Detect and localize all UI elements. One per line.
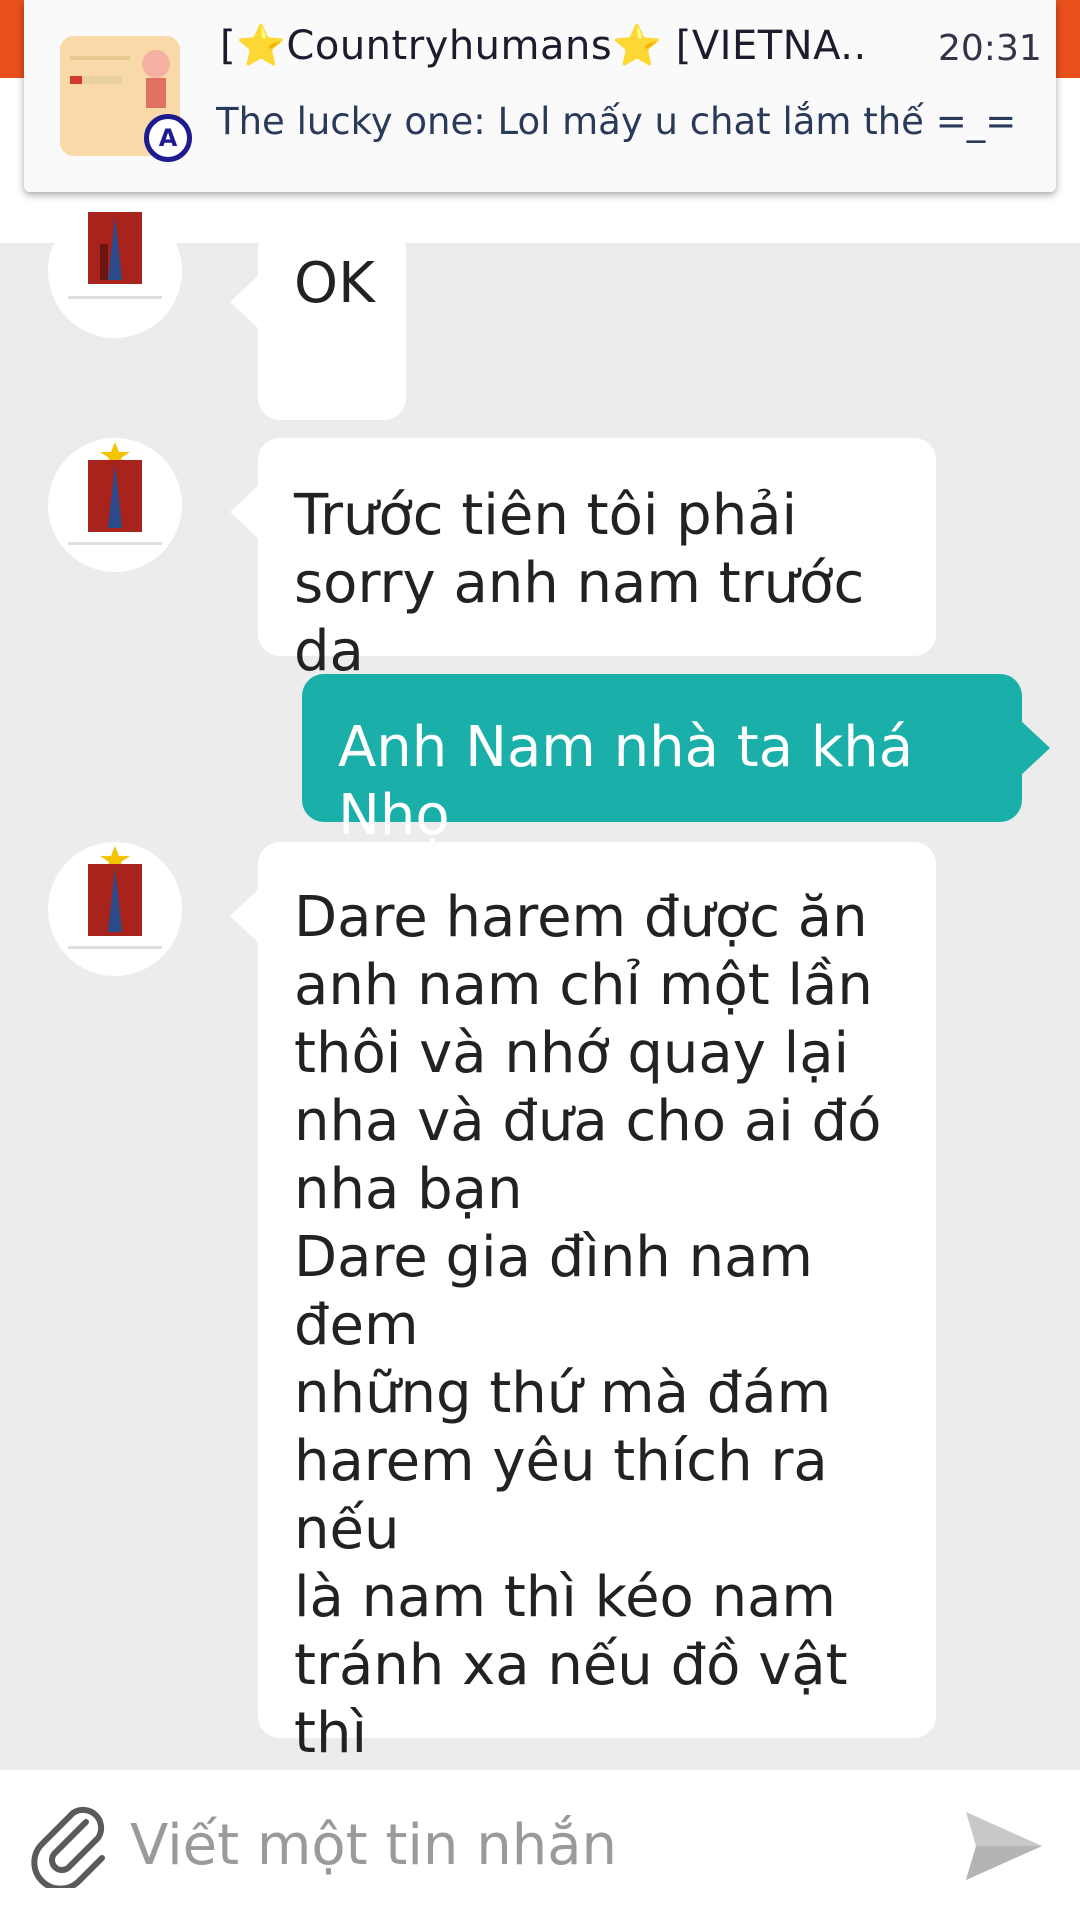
message-composer: [0, 1770, 1080, 1920]
message-text: OK: [294, 251, 375, 316]
message-text: Anh Nam nhà ta khá Nhọ: [338, 715, 931, 848]
notification-title: [⭐Countryhumans⭐ [VIETNA..: [220, 23, 867, 69]
send-icon[interactable]: [962, 1804, 1046, 1888]
notification-body: The lucky one: Lol mấy u chat lắm thế =_…: [216, 100, 1017, 143]
message-bubble-outgoing[interactable]: Anh Nam nhà ta khá Nhọ: [302, 674, 1050, 848]
message-text: Trước tiên tôi phải sorry anh nam trước …: [294, 483, 865, 684]
message-input[interactable]: [128, 1794, 932, 1896]
message-text: Dare harem được ăn anh nam chỉ một lần t…: [294, 885, 882, 1920]
notification-banner[interactable]: A [⭐Countryhumans⭐ [VIETNA.. 20:31 The l…: [24, 0, 1056, 192]
message-bubble[interactable]: OK: [230, 228, 406, 420]
message-bubble[interactable]: Trước tiên tôi phải sorry anh nam trước …: [230, 438, 936, 684]
app-badge-icon: A: [144, 114, 192, 162]
paperclip-icon[interactable]: [24, 1798, 114, 1892]
message-bubble[interactable]: Dare harem được ăn anh nam chỉ một lần t…: [230, 842, 936, 1920]
notification-time: 20:31: [938, 28, 1042, 69]
sender-avatar[interactable]: [48, 842, 182, 976]
sender-avatar[interactable]: [48, 204, 182, 338]
sender-avatar[interactable]: [48, 438, 182, 572]
chat-screen: OK Trước tiên tôi phải sorry anh nam trư…: [0, 0, 1080, 1920]
badge-letter: A: [158, 124, 178, 152]
